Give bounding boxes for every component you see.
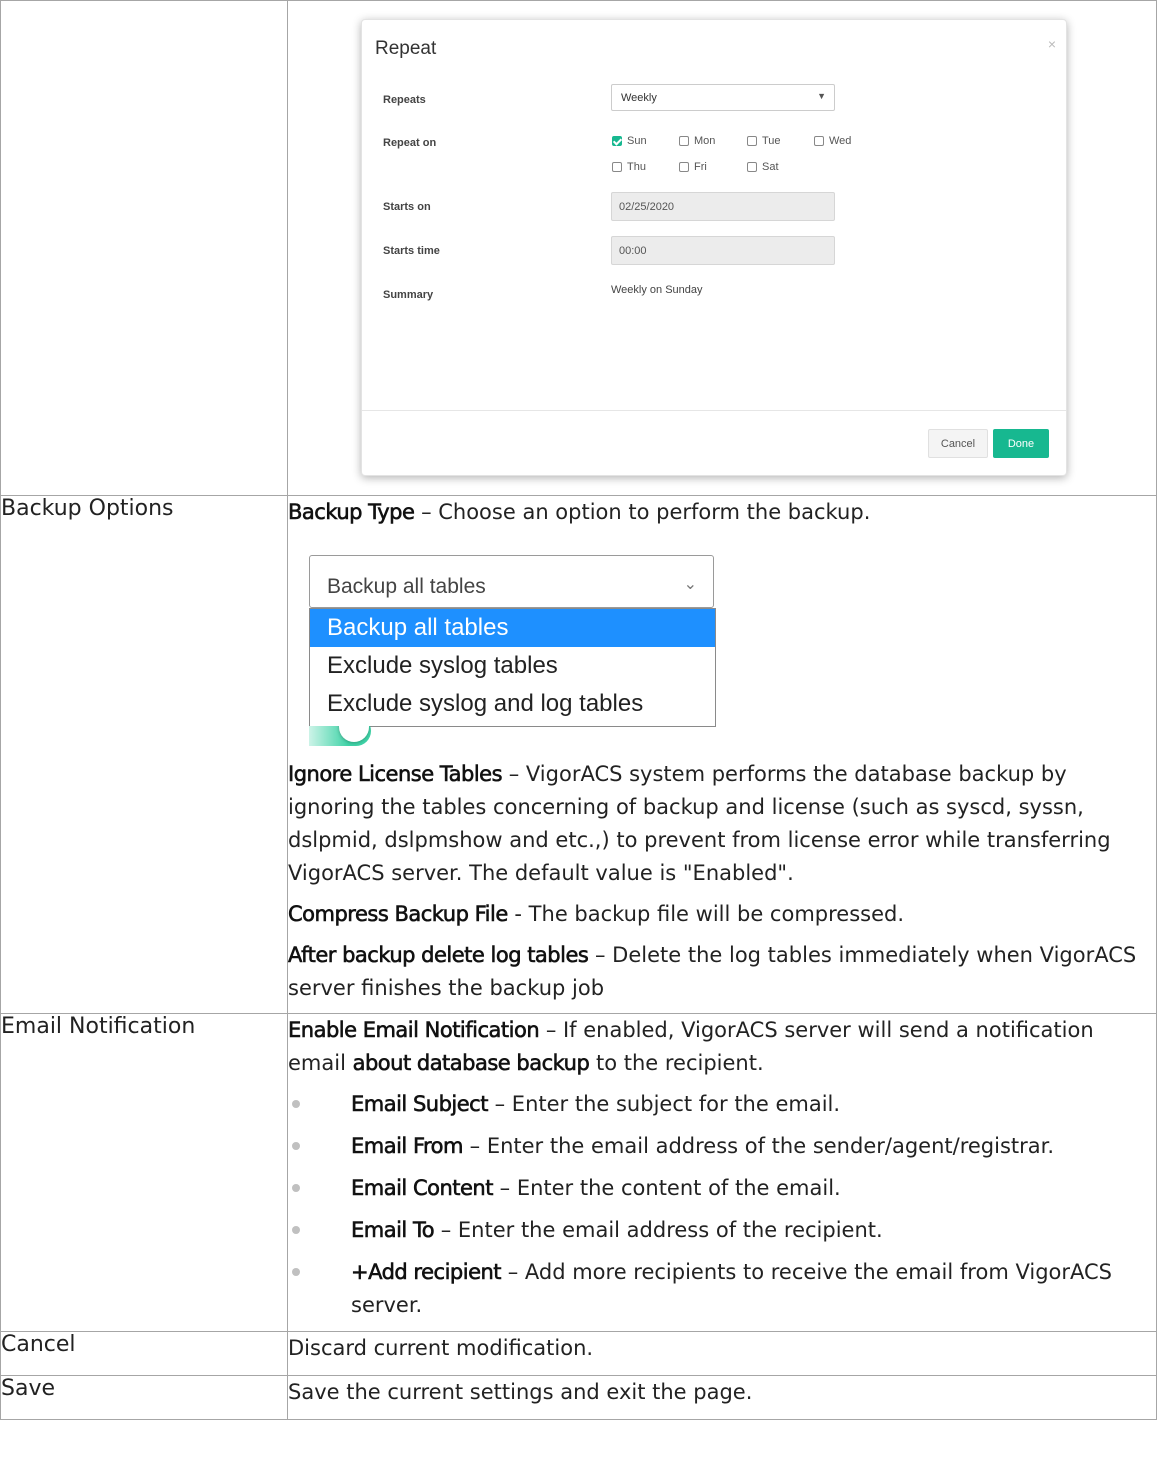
bullet-icon — [292, 1142, 300, 1150]
cancel-row: Cancel Discard current modification. — [0, 1331, 1157, 1376]
save-row: Save Save the current settings and exit … — [0, 1375, 1157, 1420]
backup-type-dropdown-screenshot: Backup all tables ⌄ Backup all tables Ex… — [293, 543, 1156, 748]
starts-time-field[interactable]: 00:00 — [611, 236, 835, 265]
checkbox-icon — [814, 136, 824, 146]
dialog-footer-divider — [362, 410, 1066, 411]
row-description: Save the current settings and exit the p… — [287, 1375, 1157, 1420]
checkbox-icon — [679, 162, 689, 172]
close-icon[interactable]: × — [1048, 36, 1056, 52]
caret-down-icon: ▼ — [817, 91, 826, 101]
row-label: Email Notification — [0, 1013, 288, 1332]
repeats-value: Weekly — [621, 92, 657, 104]
day-checkbox-thu[interactable]: Thu — [612, 161, 646, 173]
term: After backup delete log tables — [288, 943, 589, 968]
description-text: to the recipient. — [589, 1051, 764, 1075]
starts-on-field[interactable]: 02/25/2020 — [611, 192, 835, 221]
select-value: Backup all tables — [327, 575, 486, 598]
term: Email Subject — [351, 1092, 489, 1117]
email-field-list: Email Subject – Enter the subject for th… — [288, 1088, 1156, 1322]
backup-type-select[interactable]: Backup all tables ⌄ — [309, 555, 714, 608]
repeat-dialog: Repeat × Repeats Weekly ▼ Repeat on Sun … — [361, 19, 1067, 476]
repeats-label: Repeats — [383, 94, 426, 106]
enable-email-paragraph: Enable Email Notification – If enabled, … — [288, 1014, 1156, 1080]
checkbox-icon — [679, 136, 689, 146]
row-description: Backup Type – Choose an option to perfor… — [287, 495, 1157, 1014]
description-text: - The backup file will be compressed. — [507, 902, 905, 926]
bullet-icon — [292, 1268, 300, 1276]
summary-label: Summary — [383, 289, 434, 301]
repeat-on-label: Repeat on — [383, 137, 437, 149]
done-button[interactable]: Done — [993, 429, 1049, 458]
checkbox-icon — [612, 162, 622, 172]
term: +Add recipient — [351, 1260, 502, 1285]
row-label: Backup Options — [0, 495, 288, 1014]
option-exclude-syslog-tables[interactable]: Exclude syslog tables — [310, 647, 715, 685]
list-item: Email Subject – Enter the subject for th… — [288, 1088, 1156, 1121]
summary-value: Weekly on Sunday — [611, 284, 703, 296]
after-backup-paragraph: After backup delete log tables – Delete … — [288, 939, 1156, 1005]
starts-on-label: Starts on — [383, 201, 431, 213]
empty-label-cell — [0, 0, 288, 496]
row-description: Enable Email Notification – If enabled, … — [287, 1013, 1157, 1332]
repeat-dialog-screenshot: Repeat × Repeats Weekly ▼ Repeat on Sun … — [288, 1, 1156, 495]
repeat-dialog-cell: Repeat × Repeats Weekly ▼ Repeat on Sun … — [287, 0, 1157, 496]
list-item: Email From – Enter the email address of … — [288, 1130, 1156, 1163]
backup-options-row: Backup Options Backup Type – Choose an o… — [0, 495, 1157, 1014]
repeat-row: Repeat × Repeats Weekly ▼ Repeat on Sun … — [0, 0, 1157, 496]
day-checkbox-mon[interactable]: Mon — [679, 135, 715, 147]
term: Compress Backup File — [288, 902, 509, 927]
day-checkbox-fri[interactable]: Fri — [679, 161, 707, 173]
compress-paragraph: Compress Backup File - The backup file w… — [288, 898, 1156, 931]
description-text: – Enter the subject for the email. — [487, 1092, 841, 1116]
term: Email To — [351, 1218, 435, 1243]
term: Backup Type — [288, 500, 415, 525]
list-item: Email Content – Enter the content of the… — [288, 1172, 1156, 1205]
toggle-switch[interactable] — [309, 726, 373, 748]
description-text: – Enter the email address of the sender/… — [462, 1134, 1055, 1158]
row-label: Cancel — [0, 1331, 288, 1376]
option-exclude-syslog-and-log-tables[interactable]: Exclude syslog and log tables — [310, 685, 715, 723]
settings-table: Repeat × Repeats Weekly ▼ Repeat on Sun … — [0, 0, 1157, 1420]
list-item: +Add recipient – Add more recipients to … — [288, 1256, 1156, 1322]
description-text: – Choose an option to perform the backup… — [414, 500, 871, 524]
bullet-icon — [292, 1226, 300, 1234]
day-checkbox-sat[interactable]: Sat — [747, 161, 779, 173]
day-checkbox-sun[interactable]: Sun — [612, 135, 647, 147]
row-label: Save — [0, 1375, 288, 1420]
cancel-button[interactable]: Cancel — [928, 429, 988, 458]
row-description: Discard current modification. — [287, 1331, 1157, 1376]
backup-type-options: Backup all tables Exclude syslog tables … — [309, 608, 716, 727]
list-item: Email To – Enter the email address of th… — [288, 1214, 1156, 1247]
starts-time-label: Starts time — [383, 245, 440, 257]
day-checkbox-tue[interactable]: Tue — [747, 135, 781, 147]
bullet-icon — [292, 1184, 300, 1192]
term: Email Content — [351, 1176, 494, 1201]
ignore-license-paragraph: Ignore License Tables – VigorACS system … — [288, 758, 1156, 890]
dialog-title: Repeat — [375, 38, 437, 59]
checkbox-icon — [747, 136, 757, 146]
backup-type-paragraph: Backup Type – Choose an option to perfor… — [288, 496, 1156, 529]
repeats-select[interactable]: Weekly ▼ — [611, 84, 835, 111]
description-text: – Enter the email address of the recipie… — [434, 1218, 883, 1242]
email-notification-row: Email Notification Enable Email Notifica… — [0, 1013, 1157, 1332]
starts-on-value: 02/25/2020 — [619, 201, 675, 213]
bullet-icon — [292, 1100, 300, 1108]
starts-time-value: 00:00 — [619, 245, 647, 257]
term: Email From — [351, 1134, 464, 1159]
term: about database backup — [352, 1051, 590, 1076]
chevron-down-icon: ⌄ — [683, 576, 697, 593]
checkbox-checked-icon — [612, 136, 622, 146]
term: Ignore License Tables — [288, 762, 503, 787]
option-backup-all-tables[interactable]: Backup all tables — [310, 609, 715, 647]
description-text: – Enter the content of the email. — [492, 1176, 841, 1200]
checkbox-icon — [747, 162, 757, 172]
day-checkbox-wed[interactable]: Wed — [814, 135, 851, 147]
term: Enable Email Notification — [288, 1018, 540, 1043]
